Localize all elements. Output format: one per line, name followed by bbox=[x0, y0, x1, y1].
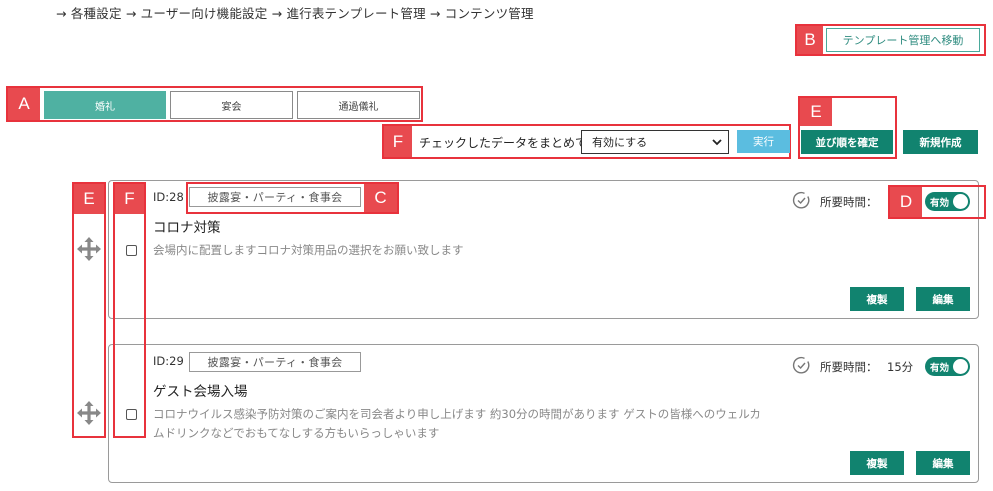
chevron-down-icon bbox=[712, 139, 722, 146]
category-badge: 披露宴・パーティ・食事会 bbox=[189, 187, 361, 207]
drag-handle-icon[interactable] bbox=[76, 400, 102, 426]
content-description: 会場内に配置しますコロナ対策用品の選択をお願い致します bbox=[153, 241, 464, 260]
annotation-label-f-bulk: F bbox=[384, 126, 412, 157]
copy-button[interactable]: 複製 bbox=[850, 287, 904, 311]
select-checkbox[interactable] bbox=[126, 409, 137, 420]
annotation-label-e-order: E bbox=[800, 98, 832, 126]
description-line: ムドリンクなどでおもてなしする方もいらっしゃいます bbox=[153, 426, 440, 440]
duration-label: 所要時間： bbox=[820, 195, 878, 209]
description-line: 会場内に配置しますコロナ対策用品の選択をお願い致します bbox=[153, 243, 464, 257]
status-toggle[interactable]: 有効 bbox=[925, 192, 970, 211]
edit-button[interactable]: 編集 bbox=[916, 451, 970, 475]
status-toggle-label: 有効 bbox=[930, 197, 950, 209]
content-title: コロナ対策 bbox=[153, 220, 221, 236]
annotation-box-f-check bbox=[113, 182, 146, 438]
bulk-action-label: チェックしたデータをまとめて bbox=[419, 136, 588, 150]
drag-handle-icon[interactable] bbox=[76, 236, 102, 262]
duration-label: 所要時間： bbox=[820, 360, 878, 374]
tab-banquet[interactable]: 宴会 bbox=[170, 91, 293, 119]
annotation-label-b: B bbox=[797, 26, 823, 54]
breadcrumb: → 各種設定 → ユーザー向け機能設定 → 進行表テンプレート管理 → コンテン… bbox=[56, 6, 534, 21]
move-to-template-button[interactable]: テンプレート管理へ移動 bbox=[826, 28, 980, 52]
content-title: ゲスト会場入場 bbox=[153, 384, 248, 400]
annotation-label-e-drag: E bbox=[74, 184, 104, 214]
edit-button[interactable]: 編集 bbox=[916, 287, 970, 311]
execute-button[interactable]: 実行 bbox=[737, 130, 790, 153]
status-toggle[interactable]: 有効 bbox=[925, 357, 970, 376]
annotation-label-d: D bbox=[890, 187, 922, 217]
bulk-action-select[interactable]: 有効にする bbox=[581, 130, 729, 154]
category-badge: 披露宴・パーティ・食事会 bbox=[189, 352, 361, 372]
annotation-label-f-check: F bbox=[115, 184, 144, 214]
duration-value: 15分 bbox=[887, 360, 914, 374]
toggle-knob bbox=[953, 359, 968, 374]
confirm-order-button[interactable]: 並び順を確定 bbox=[801, 130, 893, 154]
new-button[interactable]: 新規作成 bbox=[903, 130, 978, 154]
content-id: ID:29 bbox=[153, 354, 184, 368]
content-description: コロナウイルス感染予防対策のご案内を司会者より申し上げます 約30分の時間があり… bbox=[153, 405, 793, 443]
annotation-label-c: C bbox=[364, 184, 397, 212]
description-line: コロナウイルス感染予防対策のご案内を司会者より申し上げます 約30分の時間があり… bbox=[153, 407, 761, 421]
status-toggle-label: 有効 bbox=[930, 362, 950, 374]
toggle-knob bbox=[953, 194, 968, 209]
content-id: ID:28 bbox=[153, 190, 184, 204]
copy-button[interactable]: 複製 bbox=[850, 451, 904, 475]
annotation-label-a: A bbox=[8, 88, 40, 120]
tab-rites-of-passage[interactable]: 通過儀礼 bbox=[297, 91, 420, 119]
clock-icon bbox=[792, 357, 810, 374]
clock-icon bbox=[792, 192, 810, 209]
tab-wedding[interactable]: 婚礼 bbox=[44, 91, 166, 119]
bulk-action-selected: 有効にする bbox=[592, 136, 648, 149]
select-checkbox[interactable] bbox=[126, 245, 137, 256]
